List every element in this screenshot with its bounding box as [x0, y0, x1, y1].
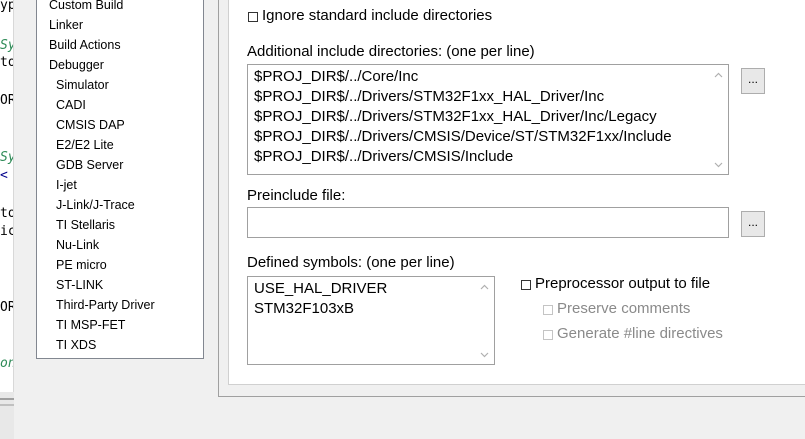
category-item-build-actions[interactable]: Build Actions: [49, 35, 121, 55]
category-item-ti-stellaris[interactable]: TI Stellaris: [56, 215, 115, 235]
defined-symbols-textarea[interactable]: USE_HAL_DRIVER STM32F103xB: [247, 276, 495, 365]
code-line: ick: [0, 224, 13, 239]
include-dir-line: $PROJ_DIR$/../Drivers/STM32F1xx_HAL_Driv…: [254, 108, 657, 125]
include-dirs-textarea[interactable]: $PROJ_DIR$/../Core/Inc $PROJ_DIR$/../Dri…: [247, 64, 729, 175]
category-item-cadi[interactable]: CADI: [56, 95, 86, 115]
category-item-e2-lite[interactable]: E2/E2 Lite: [56, 135, 114, 155]
preinclude-label: Preinclude file:: [247, 187, 346, 204]
category-list[interactable]: Custom Build Linker Build Actions Debugg…: [36, 0, 204, 359]
category-item-st-link[interactable]: ST-LINK: [56, 275, 103, 295]
include-dir-line: $PROJ_DIR$/../Drivers/CMSIS/Device/ST/ST…: [254, 128, 672, 145]
code-editor-strip[interactable]: ype Sy tor OR; Sy < tor ick OR; on: [0, 0, 14, 392]
preserve-comments-label: Preserve comments: [557, 300, 691, 317]
category-item-third-party-driver[interactable]: Third-Party Driver: [56, 295, 155, 315]
ignore-std-includes-checkbox[interactable]: [248, 12, 258, 22]
category-item-jlink[interactable]: J-Link/J-Trace: [56, 195, 135, 215]
code-line: ype: [0, 0, 13, 13]
category-item-debugger[interactable]: Debugger: [49, 55, 104, 75]
include-dirs-scrollbar[interactable]: [710, 66, 727, 173]
include-dir-line: $PROJ_DIR$/../Drivers/STM32F1xx_HAL_Driv…: [254, 88, 605, 105]
defined-symbols-label: Defined symbols: (one per line): [247, 254, 455, 271]
category-item-ti-xds[interactable]: TI XDS: [56, 335, 96, 355]
category-item-simulator[interactable]: Simulator: [56, 75, 109, 95]
preserve-comments-checkbox[interactable]: [543, 305, 553, 315]
include-dir-line: $PROJ_DIR$/../Core/Inc: [254, 68, 419, 85]
browse-include-dirs-button[interactable]: ...: [741, 68, 765, 94]
code-line: tor: [0, 55, 13, 70]
browse-preinclude-button[interactable]: ...: [741, 211, 765, 237]
editor-horizontal-scrollbar[interactable]: [0, 392, 14, 439]
scrollbar-track-line: [0, 404, 14, 406]
chevron-up-icon[interactable]: [476, 278, 493, 295]
defined-symbols-scrollbar[interactable]: [476, 278, 493, 363]
chevron-down-icon[interactable]: [476, 346, 493, 363]
defined-symbol-line: STM32F103xB: [254, 300, 355, 317]
category-item-pe-micro[interactable]: PE micro: [56, 255, 107, 275]
category-item-ti-msp-fet[interactable]: TI MSP-FET: [56, 315, 125, 335]
code-line: OR;: [0, 300, 13, 315]
ignore-std-includes-label: Ignore standard include directories: [262, 7, 493, 24]
preproc-output-label: Preprocessor output to file: [535, 275, 711, 292]
chevron-up-icon[interactable]: [710, 66, 727, 83]
scrollbar-thumb[interactable]: [0, 398, 14, 400]
category-item-cmsis-dap[interactable]: CMSIS DAP: [56, 115, 125, 135]
generate-line-label: Generate #line directives: [557, 325, 723, 342]
chevron-down-icon[interactable]: [710, 156, 727, 173]
preproc-output-checkbox[interactable]: [521, 280, 531, 290]
code-line: <: [0, 168, 8, 183]
defined-symbol-line: USE_HAL_DRIVER: [254, 280, 388, 297]
category-item-nu-link[interactable]: Nu-Link: [56, 235, 99, 255]
preprocessor-options-page: Ignore standard include directories Addi…: [228, 0, 805, 385]
code-line: tor: [0, 206, 13, 221]
include-dir-line: $PROJ_DIR$/../Drivers/CMSIS/Include: [254, 148, 514, 165]
category-item-gdb-server[interactable]: GDB Server: [56, 155, 123, 175]
generate-line-checkbox[interactable]: [543, 330, 553, 340]
category-item-linker[interactable]: Linker: [49, 15, 83, 35]
code-line: on: [0, 356, 13, 371]
preinclude-input[interactable]: [247, 207, 729, 238]
code-line: Sy: [0, 38, 13, 53]
code-line: Sy: [0, 150, 13, 165]
include-dirs-label: Additional include directories: (one per…: [247, 43, 535, 60]
category-item-i-jet[interactable]: I-jet: [56, 175, 77, 195]
code-line: OR;: [0, 93, 13, 108]
category-item-custom-build[interactable]: Custom Build: [49, 0, 123, 15]
